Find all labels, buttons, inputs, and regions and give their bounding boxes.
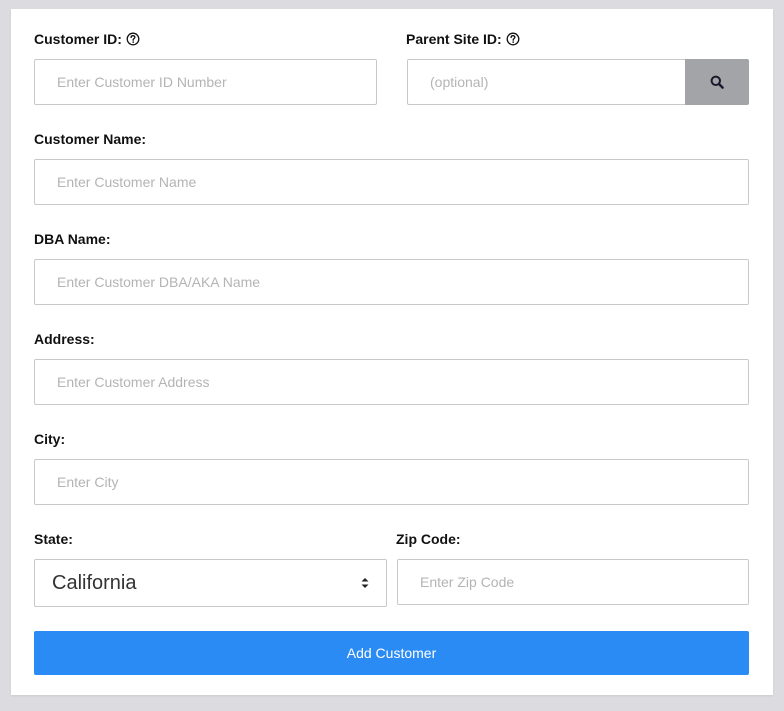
city-label: City: bbox=[34, 431, 66, 447]
customer-name-input[interactable] bbox=[34, 159, 749, 205]
search-button[interactable] bbox=[685, 59, 749, 105]
sort-arrows-icon bbox=[360, 576, 370, 590]
address-label: Address: bbox=[34, 331, 95, 347]
zip-code-label: Zip Code: bbox=[396, 531, 461, 547]
question-circle-icon[interactable] bbox=[506, 32, 520, 46]
customer-id-input[interactable] bbox=[34, 59, 377, 105]
search-icon bbox=[710, 75, 724, 89]
add-customer-button[interactable]: Add Customer bbox=[34, 631, 749, 675]
address-input[interactable] bbox=[34, 359, 749, 405]
parent-site-id-label: Parent Site ID: bbox=[406, 31, 520, 47]
dba-name-label: DBA Name: bbox=[34, 231, 111, 247]
city-input[interactable] bbox=[34, 459, 749, 505]
dba-name-input[interactable] bbox=[34, 259, 749, 305]
question-circle-icon[interactable] bbox=[126, 32, 140, 46]
parent-site-id-input[interactable] bbox=[407, 59, 686, 105]
state-label: State: bbox=[34, 531, 73, 547]
customer-name-label: Customer Name: bbox=[34, 131, 147, 147]
customer-id-label: Customer ID: bbox=[34, 31, 140, 47]
add-customer-form: Customer ID: Parent Site ID: bbox=[11, 9, 773, 695]
state-select[interactable]: California bbox=[34, 559, 387, 607]
state-selected-value: California bbox=[52, 571, 137, 594]
zip-code-input[interactable] bbox=[397, 559, 749, 605]
